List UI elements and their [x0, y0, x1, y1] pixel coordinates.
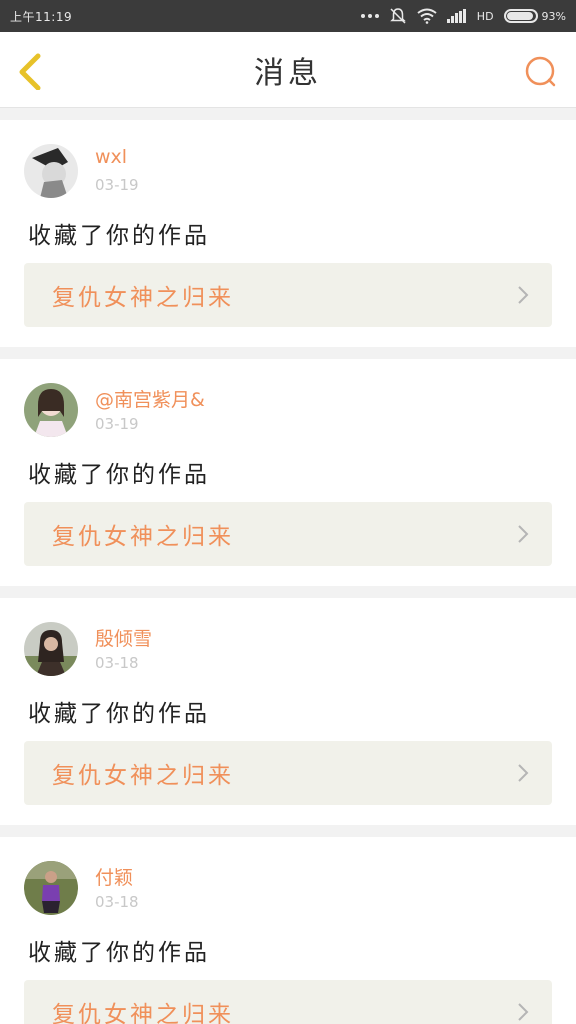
chevron-right-icon [518, 1003, 529, 1021]
message-card: @南宫紫月& 03-19 收藏了你的作品 复仇女神之归来 [0, 359, 576, 586]
work-link[interactable]: 复仇女神之归来 [24, 502, 552, 566]
message-action: 收藏了你的作品 [28, 223, 210, 249]
battery-label: 93% [541, 9, 566, 23]
wifi-icon [417, 8, 437, 24]
work-title: 复仇女神之归来 [52, 1002, 234, 1024]
work-link[interactable]: 复仇女神之归来 [24, 741, 552, 805]
avatar[interactable] [24, 622, 78, 676]
username[interactable]: @南宫紫月& [95, 385, 205, 412]
message-action: 收藏了你的作品 [28, 701, 210, 727]
message-date: 03-18 [95, 893, 139, 911]
bell-off-icon [389, 8, 406, 24]
username[interactable]: wxl [95, 146, 127, 168]
search-icon [525, 56, 556, 87]
username[interactable]: 付颖 [95, 863, 133, 890]
message-card: 殷倾雪 03-18 收藏了你的作品 复仇女神之归来 [0, 598, 576, 825]
signal-icon [446, 9, 466, 23]
avatar[interactable] [24, 144, 78, 198]
work-title: 复仇女神之归来 [52, 285, 234, 311]
search-button[interactable] [520, 52, 560, 92]
page-title: 消息 [254, 55, 322, 91]
work-link[interactable]: 复仇女神之归来 [24, 980, 552, 1024]
message-card: wxl 03-19 收藏了你的作品 复仇女神之归来 [0, 120, 576, 347]
avatar[interactable] [24, 383, 78, 437]
message-date: 03-19 [95, 415, 139, 433]
nav-bar: 消息 [0, 32, 576, 108]
work-link[interactable]: 复仇女神之归来 [24, 263, 552, 327]
chevron-right-icon [518, 525, 529, 543]
username[interactable]: 殷倾雪 [95, 624, 152, 651]
status-icons: HD 93% [360, 7, 566, 25]
message-action: 收藏了你的作品 [28, 462, 210, 488]
work-title: 复仇女神之归来 [52, 763, 234, 789]
message-action: 收藏了你的作品 [28, 940, 210, 966]
chevron-left-icon [19, 53, 41, 91]
message-date: 03-19 [95, 176, 139, 194]
avatar[interactable] [24, 861, 78, 915]
message-date: 03-18 [95, 654, 139, 672]
work-title: 复仇女神之归来 [52, 524, 234, 550]
more-dots-icon [360, 14, 379, 18]
message-card: 付颖 03-18 收藏了你的作品 复仇女神之归来 [0, 837, 576, 1024]
chevron-right-icon [518, 764, 529, 782]
status-bar: 上午11:19 HD 93% [0, 0, 576, 32]
back-button[interactable] [12, 50, 52, 91]
message-list: wxl 03-19 收藏了你的作品 复仇女神之归来 @南宫紫月& 03-19 收… [0, 108, 576, 1024]
network-label: HD [476, 9, 494, 23]
battery-icon: 93% [503, 9, 566, 23]
status-time: 上午11:19 [10, 9, 73, 24]
chevron-right-icon [518, 286, 529, 304]
